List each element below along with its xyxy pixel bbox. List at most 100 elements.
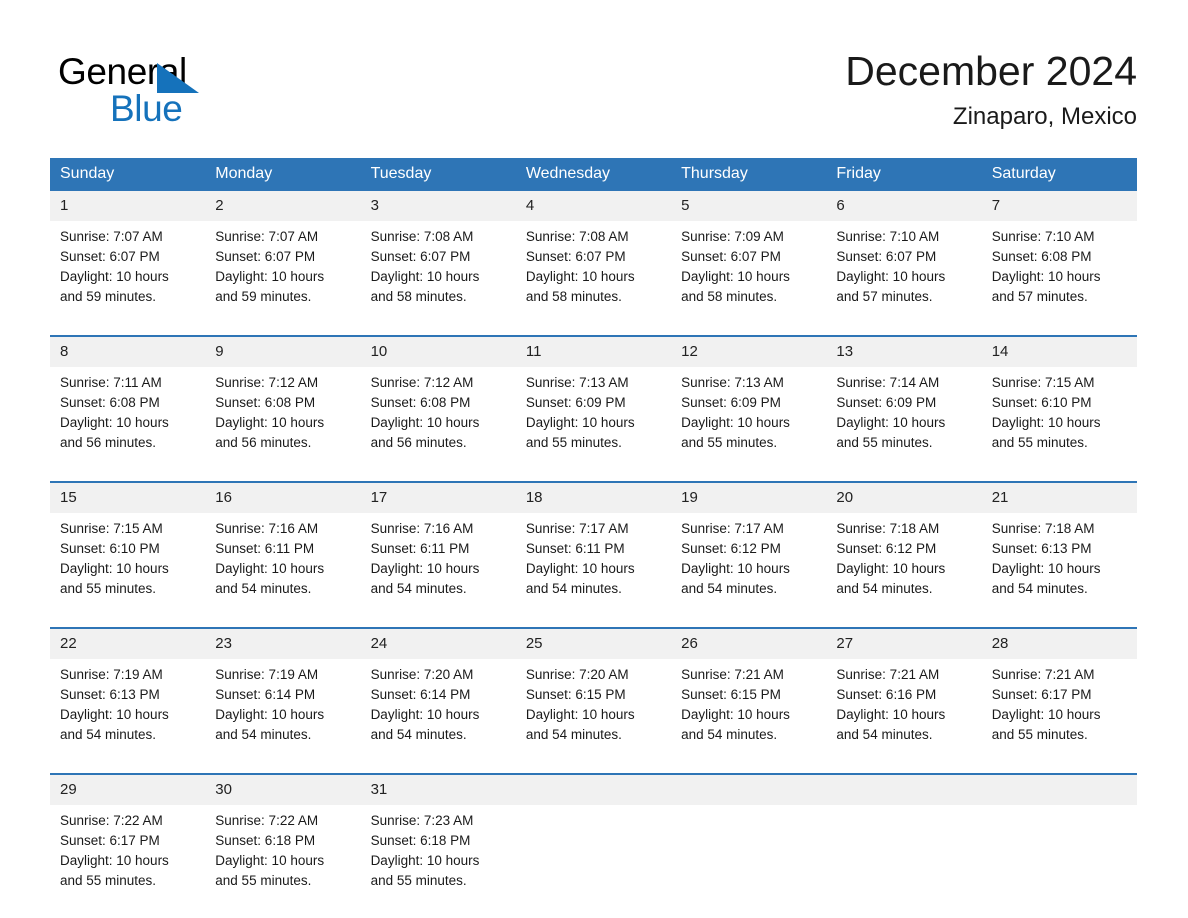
day-number: 29 [50, 775, 206, 805]
day-details: Sunrise: 7:15 AM Sunset: 6:10 PM Daylight:… [50, 513, 205, 613]
weekday-header-tuesday: Tuesday [360, 158, 516, 191]
calendar-day-cell[interactable]: 18 Sunrise: 7:17 AM Sunset: 6:11 PM Dayligh… [515, 481, 672, 613]
day-number: 28 [981, 629, 1137, 659]
sunset-text: Sunset: 6:07 PM [60, 249, 160, 264]
calendar-day-cell[interactable]: 15 Sunrise: 7:15 AM Sunset: 6:10 PM Dayligh… [50, 481, 206, 613]
day-number: 8 [50, 337, 206, 367]
sunrise-text: Sunrise: 7:13 AM [681, 375, 784, 390]
sunrise-text: Sunrise: 7:19 AM [60, 667, 163, 682]
calendar-day-cell[interactable]: 30 Sunrise: 7:22 AM Sunset: 6:18 PM Dayligh… [205, 773, 361, 905]
sunrise-text: Sunrise: 7:11 AM [60, 375, 162, 390]
sunset-text: Sunset: 6:09 PM [681, 395, 781, 410]
day-number: 15 [50, 483, 206, 513]
day-number: 16 [205, 483, 361, 513]
sunrise-text: Sunrise: 7:18 AM [991, 521, 1095, 536]
sunrise-text: Sunrise: 7:16 AM [370, 521, 474, 536]
page-subtitle: Zinaparo, Mexico [952, 103, 1137, 130]
generalblue-logo[interactable]: General Blue [58, 50, 318, 142]
daylight-text-line2: and 55 minutes. [836, 435, 933, 450]
sunrise-text: Sunrise: 7:13 AM [525, 375, 629, 390]
sunset-text: Sunset: 6:13 PM [991, 541, 1092, 556]
weekday-header-sunday: Sunday [50, 158, 206, 191]
calendar-day-cell-empty [826, 773, 982, 905]
day-number: 1 [50, 191, 206, 221]
calendar-day-cell[interactable]: 6 Sunrise: 7:10 AM Sunset: 6:07 PM Daylight… [826, 191, 982, 321]
daylight-text-line1: Daylight: 10 hours [525, 415, 635, 430]
calendar-day-cell[interactable]: 14 Sunrise: 7:15 AM Sunset: 6:10 PM Dayligh… [981, 335, 1137, 467]
day-details: Sunrise: 7:21 AM Sunset: 6:17 PM Daylight:… [982, 659, 1137, 759]
calendar-day-cell[interactable]: 13 Sunrise: 7:14 AM Sunset: 6:09 PM Dayligh… [826, 335, 982, 467]
daylight-text-line2: and 55 minutes. [525, 435, 622, 450]
calendar-day-cell[interactable]: 4 Sunrise: 7:08 AM Sunset: 6:07 PM Daylight… [515, 191, 672, 321]
sunset-text: Sunset: 6:08 PM [215, 395, 316, 410]
calendar-day-cell[interactable]: 25 Sunrise: 7:20 AM Sunset: 6:15 PM Dayligh… [515, 627, 672, 759]
calendar-day-cell[interactable]: 10 Sunrise: 7:12 AM Sunset: 6:08 PM Dayligh… [360, 335, 516, 467]
calendar-day-cell[interactable]: 3 Sunrise: 7:08 AM Sunset: 6:07 PM Daylight… [360, 191, 516, 321]
page-header: General Blue December 2024 Zinaparo, Mex… [50, 46, 1137, 146]
calendar-day-cell[interactable]: 11 Sunrise: 7:13 AM Sunset: 6:09 PM Dayligh… [515, 335, 672, 467]
calendar-day-cell-empty [671, 773, 827, 905]
daylight-text-line1: Daylight: 10 hours [370, 415, 480, 430]
calendar-week-row: 15 Sunrise: 7:15 AM Sunset: 6:10 PM Dayligh… [50, 481, 1137, 613]
calendar-day-cell[interactable]: 24 Sunrise: 7:20 AM Sunset: 6:14 PM Dayligh… [360, 627, 516, 759]
calendar-day-cell[interactable]: 31 Sunrise: 7:23 AM Sunset: 6:18 PM Dayligh… [360, 773, 516, 905]
sunset-text: Sunset: 6:08 PM [991, 249, 1092, 264]
calendar-body: 1 Sunrise: 7:07 AM Sunset: 6:07 PM Daylight… [50, 191, 1137, 905]
day-number: 21 [981, 483, 1137, 513]
sunset-text: Sunset: 6:09 PM [525, 395, 626, 410]
sunrise-text: Sunrise: 7:15 AM [991, 375, 1095, 390]
day-number: 12 [671, 337, 827, 367]
sunset-text: Sunset: 6:11 PM [215, 541, 315, 556]
calendar-day-cell[interactable]: 26 Sunrise: 7:21 AM Sunset: 6:15 PM Dayligh… [671, 627, 827, 759]
calendar-day-cell[interactable]: 7 Sunrise: 7:10 AM Sunset: 6:08 PM Daylight… [981, 191, 1137, 321]
daylight-text-line2: and 54 minutes. [525, 581, 622, 596]
daylight-text-line1: Daylight: 10 hours [681, 269, 790, 284]
day-details [671, 805, 826, 895]
sunrise-text: Sunrise: 7:18 AM [836, 521, 940, 536]
sunrise-text: Sunrise: 7:08 AM [370, 229, 474, 244]
calendar-day-cell[interactable]: 12 Sunrise: 7:13 AM Sunset: 6:09 PM Dayligh… [671, 335, 827, 467]
daylight-text-line2: and 57 minutes. [991, 289, 1088, 304]
day-details: Sunrise: 7:21 AM Sunset: 6:16 PM Daylight:… [826, 659, 981, 759]
calendar-table: Sunday Monday Tuesday Wednesday Thursday… [50, 158, 1137, 905]
daylight-text-line1: Daylight: 10 hours [370, 269, 480, 284]
calendar-day-cell[interactable]: 5 Sunrise: 7:09 AM Sunset: 6:07 PM Daylight… [671, 191, 827, 321]
sunrise-text: Sunrise: 7:21 AM [836, 667, 940, 682]
day-details: Sunrise: 7:19 AM Sunset: 6:13 PM Daylight:… [50, 659, 205, 759]
calendar-day-cell[interactable]: 16 Sunrise: 7:16 AM Sunset: 6:11 PM Dayligh… [205, 481, 361, 613]
calendar-day-cell[interactable]: 23 Sunrise: 7:19 AM Sunset: 6:14 PM Dayligh… [205, 627, 361, 759]
daylight-text-line1: Daylight: 10 hours [215, 853, 325, 868]
calendar-day-cell[interactable]: 29 Sunrise: 7:22 AM Sunset: 6:17 PM Dayligh… [50, 773, 206, 905]
sunset-text: Sunset: 6:09 PM [836, 395, 937, 410]
daylight-text-line1: Daylight: 10 hours [60, 853, 169, 868]
day-number: 14 [981, 337, 1137, 367]
sunrise-text: Sunrise: 7:17 AM [681, 521, 784, 536]
calendar-day-cell[interactable]: 28 Sunrise: 7:21 AM Sunset: 6:17 PM Dayligh… [981, 627, 1137, 759]
calendar-day-cell[interactable]: 20 Sunrise: 7:18 AM Sunset: 6:12 PM Dayligh… [826, 481, 982, 613]
calendar-day-cell[interactable]: 1 Sunrise: 7:07 AM Sunset: 6:07 PM Daylight… [50, 191, 206, 321]
calendar-day-cell[interactable]: 8 Sunrise: 7:11 AM Sunset: 6:08 PM Daylight… [50, 335, 206, 467]
day-details: Sunrise: 7:14 AM Sunset: 6:09 PM Daylight:… [826, 367, 981, 467]
day-details: Sunrise: 7:12 AM Sunset: 6:08 PM Daylight:… [205, 367, 360, 467]
sunset-text: Sunset: 6:15 PM [525, 687, 626, 702]
daylight-text-line2: and 54 minutes. [836, 581, 933, 596]
calendar-day-cell[interactable]: 22 Sunrise: 7:19 AM Sunset: 6:13 PM Dayligh… [50, 627, 206, 759]
sunrise-text: Sunrise: 7:08 AM [525, 229, 629, 244]
day-details: Sunrise: 7:23 AM Sunset: 6:18 PM Daylight:… [361, 805, 516, 905]
daylight-text-line2: and 55 minutes. [60, 873, 157, 888]
calendar-day-cell[interactable]: 9 Sunrise: 7:12 AM Sunset: 6:08 PM Daylight… [205, 335, 361, 467]
day-number: 26 [671, 629, 827, 659]
calendar-day-cell[interactable]: 17 Sunrise: 7:16 AM Sunset: 6:11 PM Dayligh… [360, 481, 516, 613]
sunrise-text: Sunrise: 7:14 AM [836, 375, 940, 390]
day-number: 3 [360, 191, 516, 221]
daylight-text-line2: and 54 minutes. [991, 581, 1088, 596]
daylight-text-line1: Daylight: 10 hours [836, 269, 946, 284]
daylight-text-line2: and 54 minutes. [836, 727, 933, 742]
calendar-day-cell[interactable]: 27 Sunrise: 7:21 AM Sunset: 6:16 PM Dayligh… [826, 627, 982, 759]
calendar-day-cell[interactable]: 21 Sunrise: 7:18 AM Sunset: 6:13 PM Dayligh… [981, 481, 1137, 613]
calendar-day-cell[interactable]: 19 Sunrise: 7:17 AM Sunset: 6:12 PM Dayligh… [671, 481, 827, 613]
sunrise-text: Sunrise: 7:07 AM [215, 229, 319, 244]
daylight-text-line1: Daylight: 10 hours [681, 561, 790, 576]
calendar-day-cell[interactable]: 2 Sunrise: 7:07 AM Sunset: 6:07 PM Daylight… [205, 191, 361, 321]
daylight-text-line1: Daylight: 10 hours [370, 853, 480, 868]
